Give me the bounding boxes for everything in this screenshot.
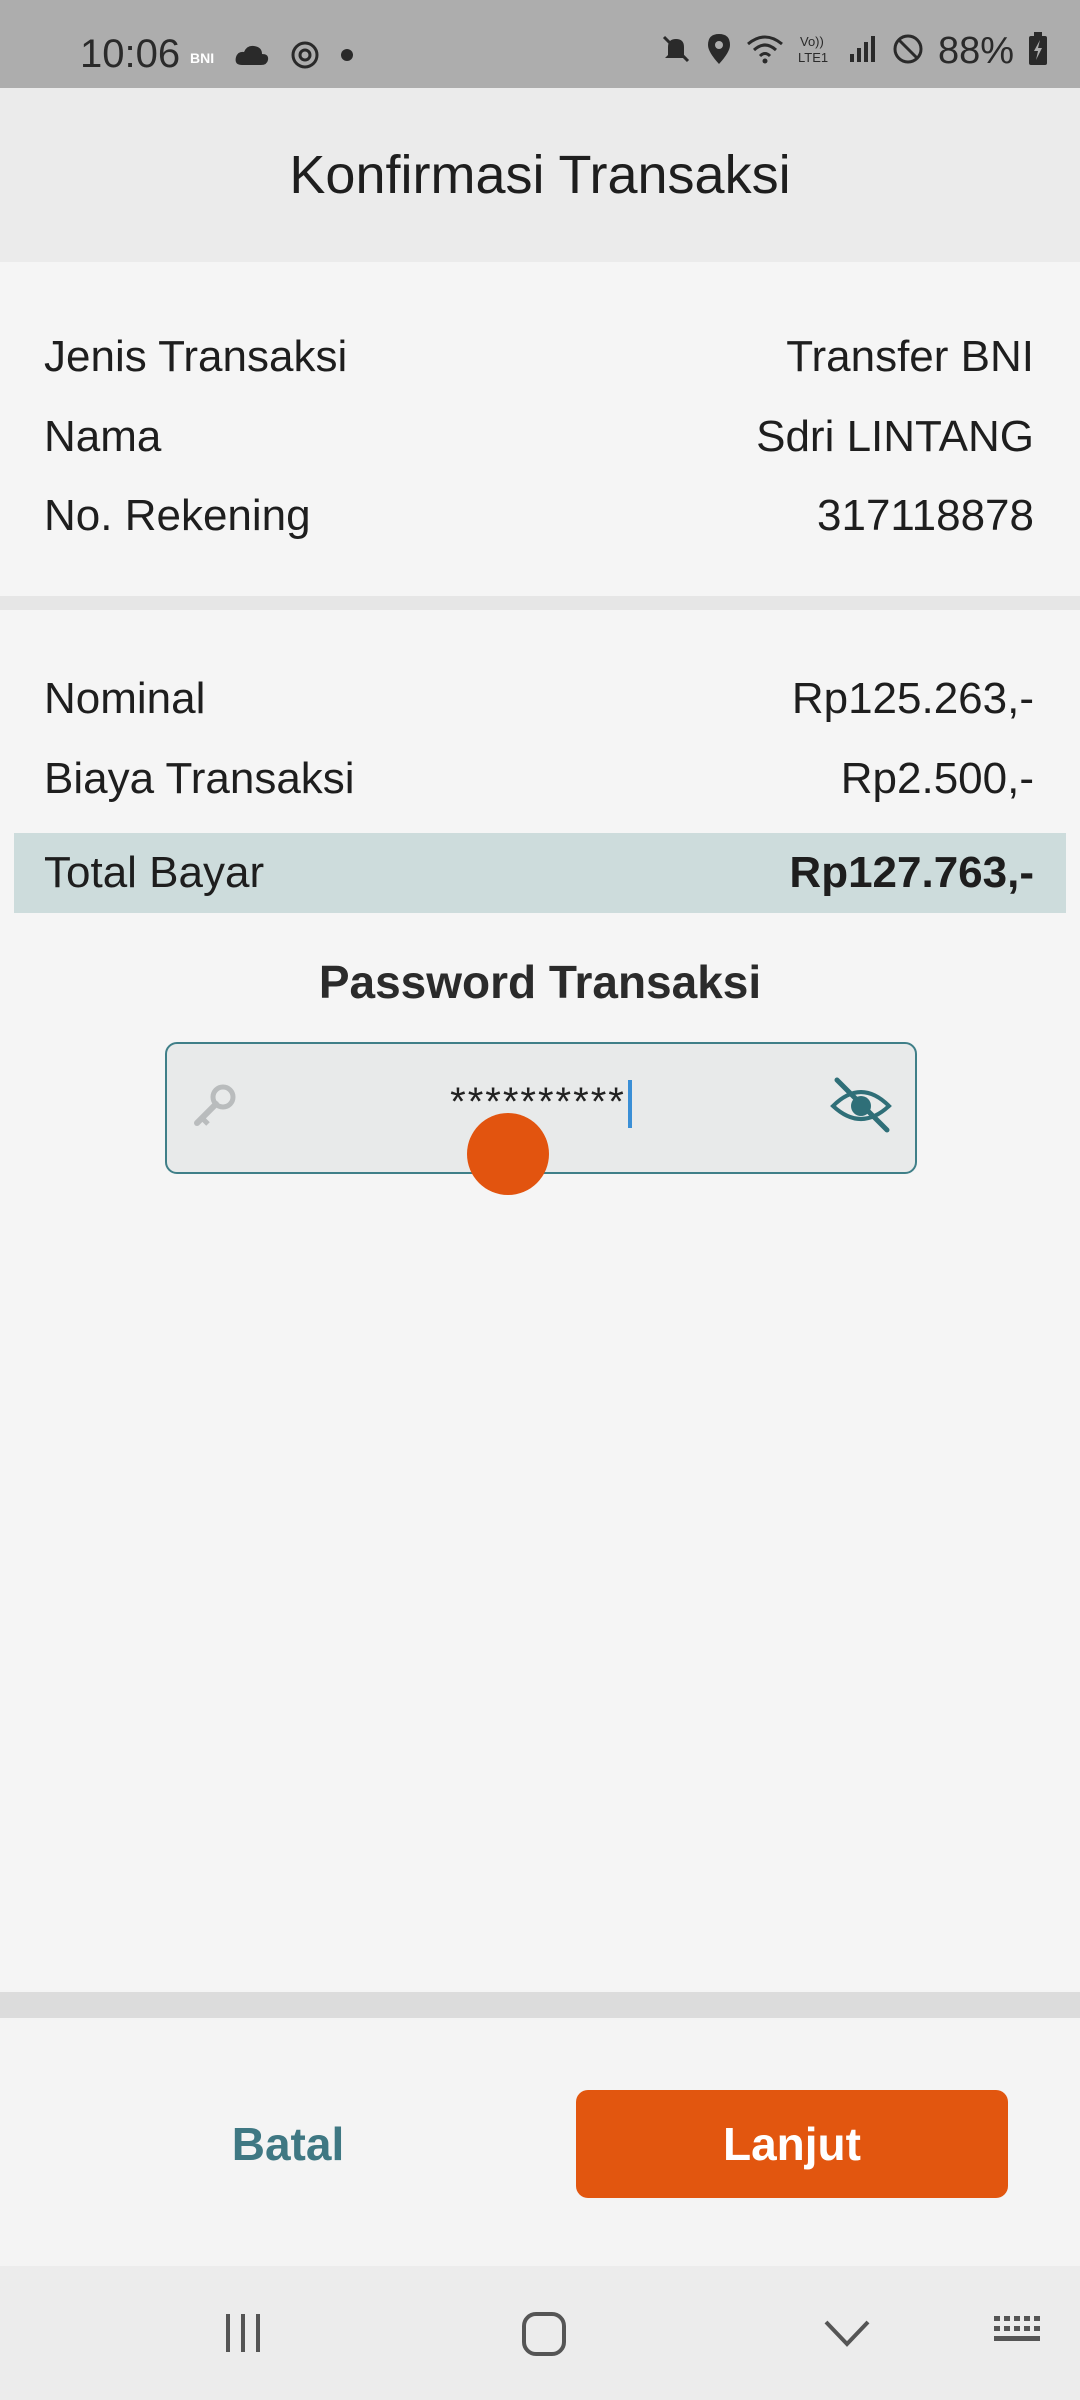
cloud-icon xyxy=(234,43,270,72)
system-nav-bar xyxy=(0,2266,1080,2400)
total-value: Rp127.763,- xyxy=(789,848,1034,897)
blocked-icon xyxy=(892,33,924,70)
battery-percentage: 88% xyxy=(937,30,1014,72)
signal-icon xyxy=(848,34,878,69)
status-bar: 10:06 BNI Vo)) LTE1 88% xyxy=(0,0,1080,88)
mute-icon xyxy=(660,33,692,70)
eye-slash-icon[interactable] xyxy=(829,1074,893,1139)
rekening-label: No. Rekening xyxy=(44,491,311,540)
amount-section xyxy=(0,610,1080,1990)
status-time: 10:06 xyxy=(80,32,181,76)
home-icon[interactable] xyxy=(520,2310,568,2363)
keyboard-icon[interactable] xyxy=(992,2310,1046,2355)
biaya-label: Biaya Transaksi xyxy=(44,754,355,803)
detail-row-jenis: Jenis Transaksi Transfer BNI xyxy=(44,322,1034,392)
detail-row-nama: Nama Sdri LINTANG xyxy=(44,402,1034,472)
recent-apps-icon[interactable] xyxy=(220,2310,266,2361)
wifi-icon xyxy=(746,34,784,69)
page-title: Konfirmasi Transaksi xyxy=(289,145,791,205)
location-icon xyxy=(706,32,732,71)
svg-text:LTE1: LTE1 xyxy=(798,50,828,65)
rekening-value: 317118878 xyxy=(817,491,1034,540)
detail-row-rekening: No. Rekening 317118878 xyxy=(44,481,1034,551)
text-selection-handle[interactable] xyxy=(467,1113,549,1195)
section-divider xyxy=(0,596,1080,610)
next-button[interactable]: Lanjut xyxy=(576,2090,1008,2198)
bni-notification-icon: BNI xyxy=(190,49,215,66)
password-value: ********** xyxy=(450,1080,626,1124)
biaya-value: Rp2.500,- xyxy=(840,754,1034,803)
svg-text:Vo)): Vo)) xyxy=(800,34,824,49)
volte-icon: Vo)) LTE1 xyxy=(798,32,834,71)
total-label: Total Bayar xyxy=(44,848,265,897)
chevron-down-icon[interactable] xyxy=(822,2310,872,2361)
status-right-icons: Vo)) LTE1 88% xyxy=(660,30,1048,73)
status-left-icons: BNI xyxy=(190,40,354,75)
bottom-divider xyxy=(0,1992,1080,2018)
amount-row-total: Total Bayar Rp127.763,- xyxy=(44,838,1034,908)
amount-row-biaya: Biaya Transaksi Rp2.500,- xyxy=(44,744,1034,814)
total-bar: Total Bayar Rp127.763,- xyxy=(14,833,1066,913)
text-caret xyxy=(627,1080,632,1129)
dot-icon xyxy=(340,48,354,67)
settings-icon xyxy=(290,40,320,75)
jenis-value: Transfer BNI xyxy=(786,332,1034,381)
cancel-button[interactable]: Batal xyxy=(140,2090,436,2198)
nominal-value: Rp125.263,- xyxy=(791,674,1034,723)
amount-row-nominal: Nominal Rp125.263,- xyxy=(44,664,1034,734)
nama-value: Sdri LINTANG xyxy=(756,412,1034,461)
password-value-wrap: ********** xyxy=(167,1080,915,1129)
nama-label: Nama xyxy=(44,412,162,461)
password-title: Password Transaksi xyxy=(318,956,762,1008)
transaction-details: Jenis Transaksi Transfer BNI Nama Sdri L… xyxy=(0,262,1080,596)
nominal-label: Nominal xyxy=(44,674,206,723)
jenis-label: Jenis Transaksi xyxy=(44,332,348,381)
battery-icon xyxy=(1028,32,1048,71)
app-header: Konfirmasi Transaksi xyxy=(0,88,1080,262)
